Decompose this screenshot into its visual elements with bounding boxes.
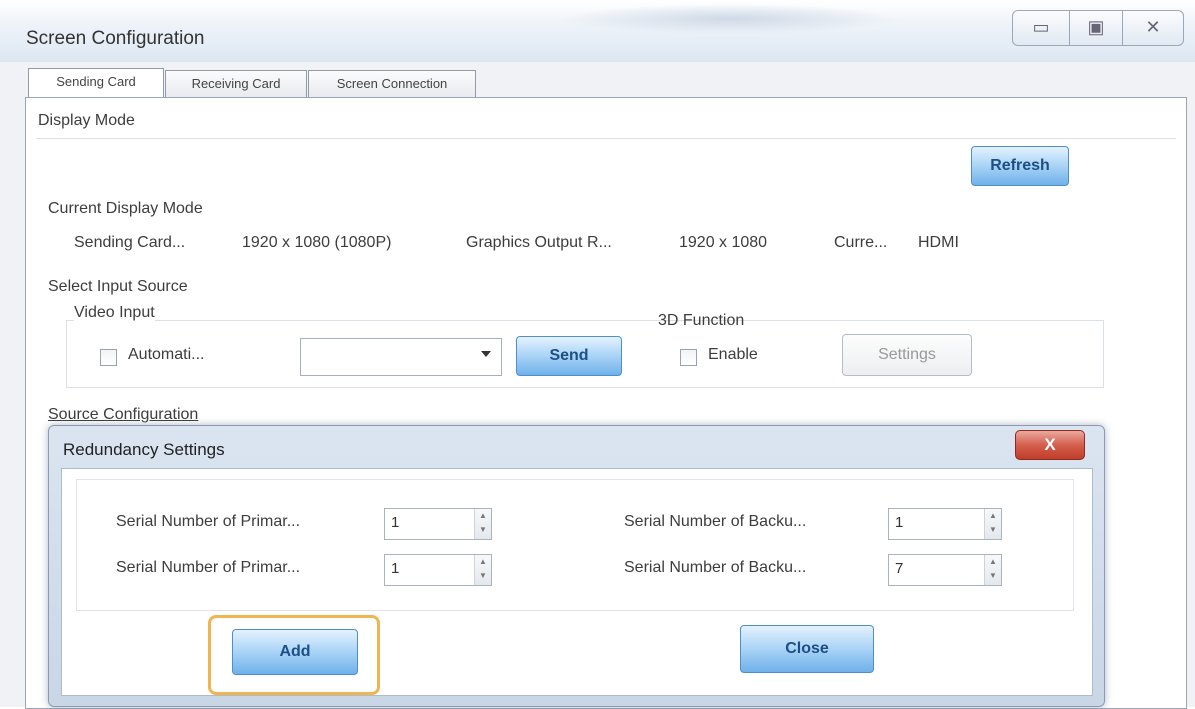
primary-serial-spinner-2[interactable]: 1 ▲ ▼	[384, 554, 492, 586]
graphics-output-value: 1920 x 1080	[679, 234, 768, 251]
spinner-arrows-icon[interactable]: ▲ ▼	[984, 509, 1001, 539]
automatic-checkbox[interactable]	[100, 349, 117, 366]
tab-screen-connection[interactable]: Screen Connection	[308, 70, 476, 97]
primary-serial-label-2: Serial Number of Primar...	[116, 559, 301, 576]
spinner-arrows-icon[interactable]: ▲ ▼	[474, 555, 491, 585]
backup-serial-value-2: 7	[895, 560, 904, 577]
dialog-close-icon[interactable]: X	[1015, 430, 1085, 460]
enable-label: Enable	[708, 346, 758, 363]
settings-button[interactable]: Settings	[842, 334, 972, 376]
tab-receiving-card[interactable]: Receiving Card	[165, 70, 307, 97]
sending-card-label: Sending Card...	[74, 234, 186, 251]
redundancy-settings-dialog: Redundancy Settings X Serial Number of P…	[48, 425, 1105, 707]
serial-numbers-group	[76, 479, 1074, 611]
primary-serial-value-1: 1	[391, 514, 400, 531]
enable-3d-checkbox[interactable]	[680, 349, 697, 366]
minimize-button[interactable]: ▭	[1012, 10, 1070, 46]
backup-serial-value-1: 1	[895, 514, 904, 531]
backup-serial-label-1: Serial Number of Backu...	[624, 513, 807, 530]
spinner-arrows-icon[interactable]: ▲ ▼	[474, 509, 491, 539]
spinner-arrows-icon[interactable]: ▲ ▼	[984, 555, 1001, 585]
window-title: Screen Configuration	[26, 28, 205, 49]
video-input-label: Video Input	[74, 304, 155, 322]
primary-serial-value-2: 1	[391, 560, 400, 577]
refresh-button[interactable]: Refresh	[971, 146, 1069, 186]
graphics-output-label: Graphics Output R...	[466, 234, 612, 251]
automatic-label: Automati...	[128, 346, 205, 363]
dialog-title: Redundancy Settings	[63, 440, 225, 459]
title-bar: Screen Configuration ▭ ▣ ✕	[0, 0, 1195, 62]
curr-label: Curre...	[834, 234, 888, 251]
title-glow	[560, 4, 900, 34]
tab-sending-card[interactable]: Sending Card	[28, 68, 164, 97]
source-configuration-label: Source Configuration	[48, 406, 199, 423]
window-close-button[interactable]: ✕	[1122, 10, 1184, 46]
chevron-down-icon	[481, 351, 491, 357]
current-display-mode-label: Current Display Mode	[48, 200, 203, 217]
3d-function-label: 3D Function	[658, 312, 745, 329]
video-input-combobox[interactable]	[300, 338, 502, 376]
primary-serial-label-1: Serial Number of Primar...	[116, 513, 301, 530]
backup-serial-label-2: Serial Number of Backu...	[624, 559, 807, 576]
select-input-source-label: Select Input Source	[48, 278, 188, 295]
backup-serial-spinner-2[interactable]: 7 ▲ ▼	[888, 554, 1002, 586]
dialog-close-button[interactable]: Close	[740, 625, 874, 673]
sending-card-value: 1920 x 1080 (1080P)	[242, 234, 392, 251]
maximize-button[interactable]: ▣	[1069, 10, 1123, 46]
add-button-highlight	[208, 615, 380, 695]
display-mode-divider	[36, 138, 1176, 141]
backup-serial-spinner-1[interactable]: 1 ▲ ▼	[888, 508, 1002, 540]
send-button[interactable]: Send	[516, 336, 622, 376]
display-mode-label: Display Mode	[38, 112, 135, 129]
curr-value: HDMI	[918, 234, 959, 251]
primary-serial-spinner-1[interactable]: 1 ▲ ▼	[384, 508, 492, 540]
